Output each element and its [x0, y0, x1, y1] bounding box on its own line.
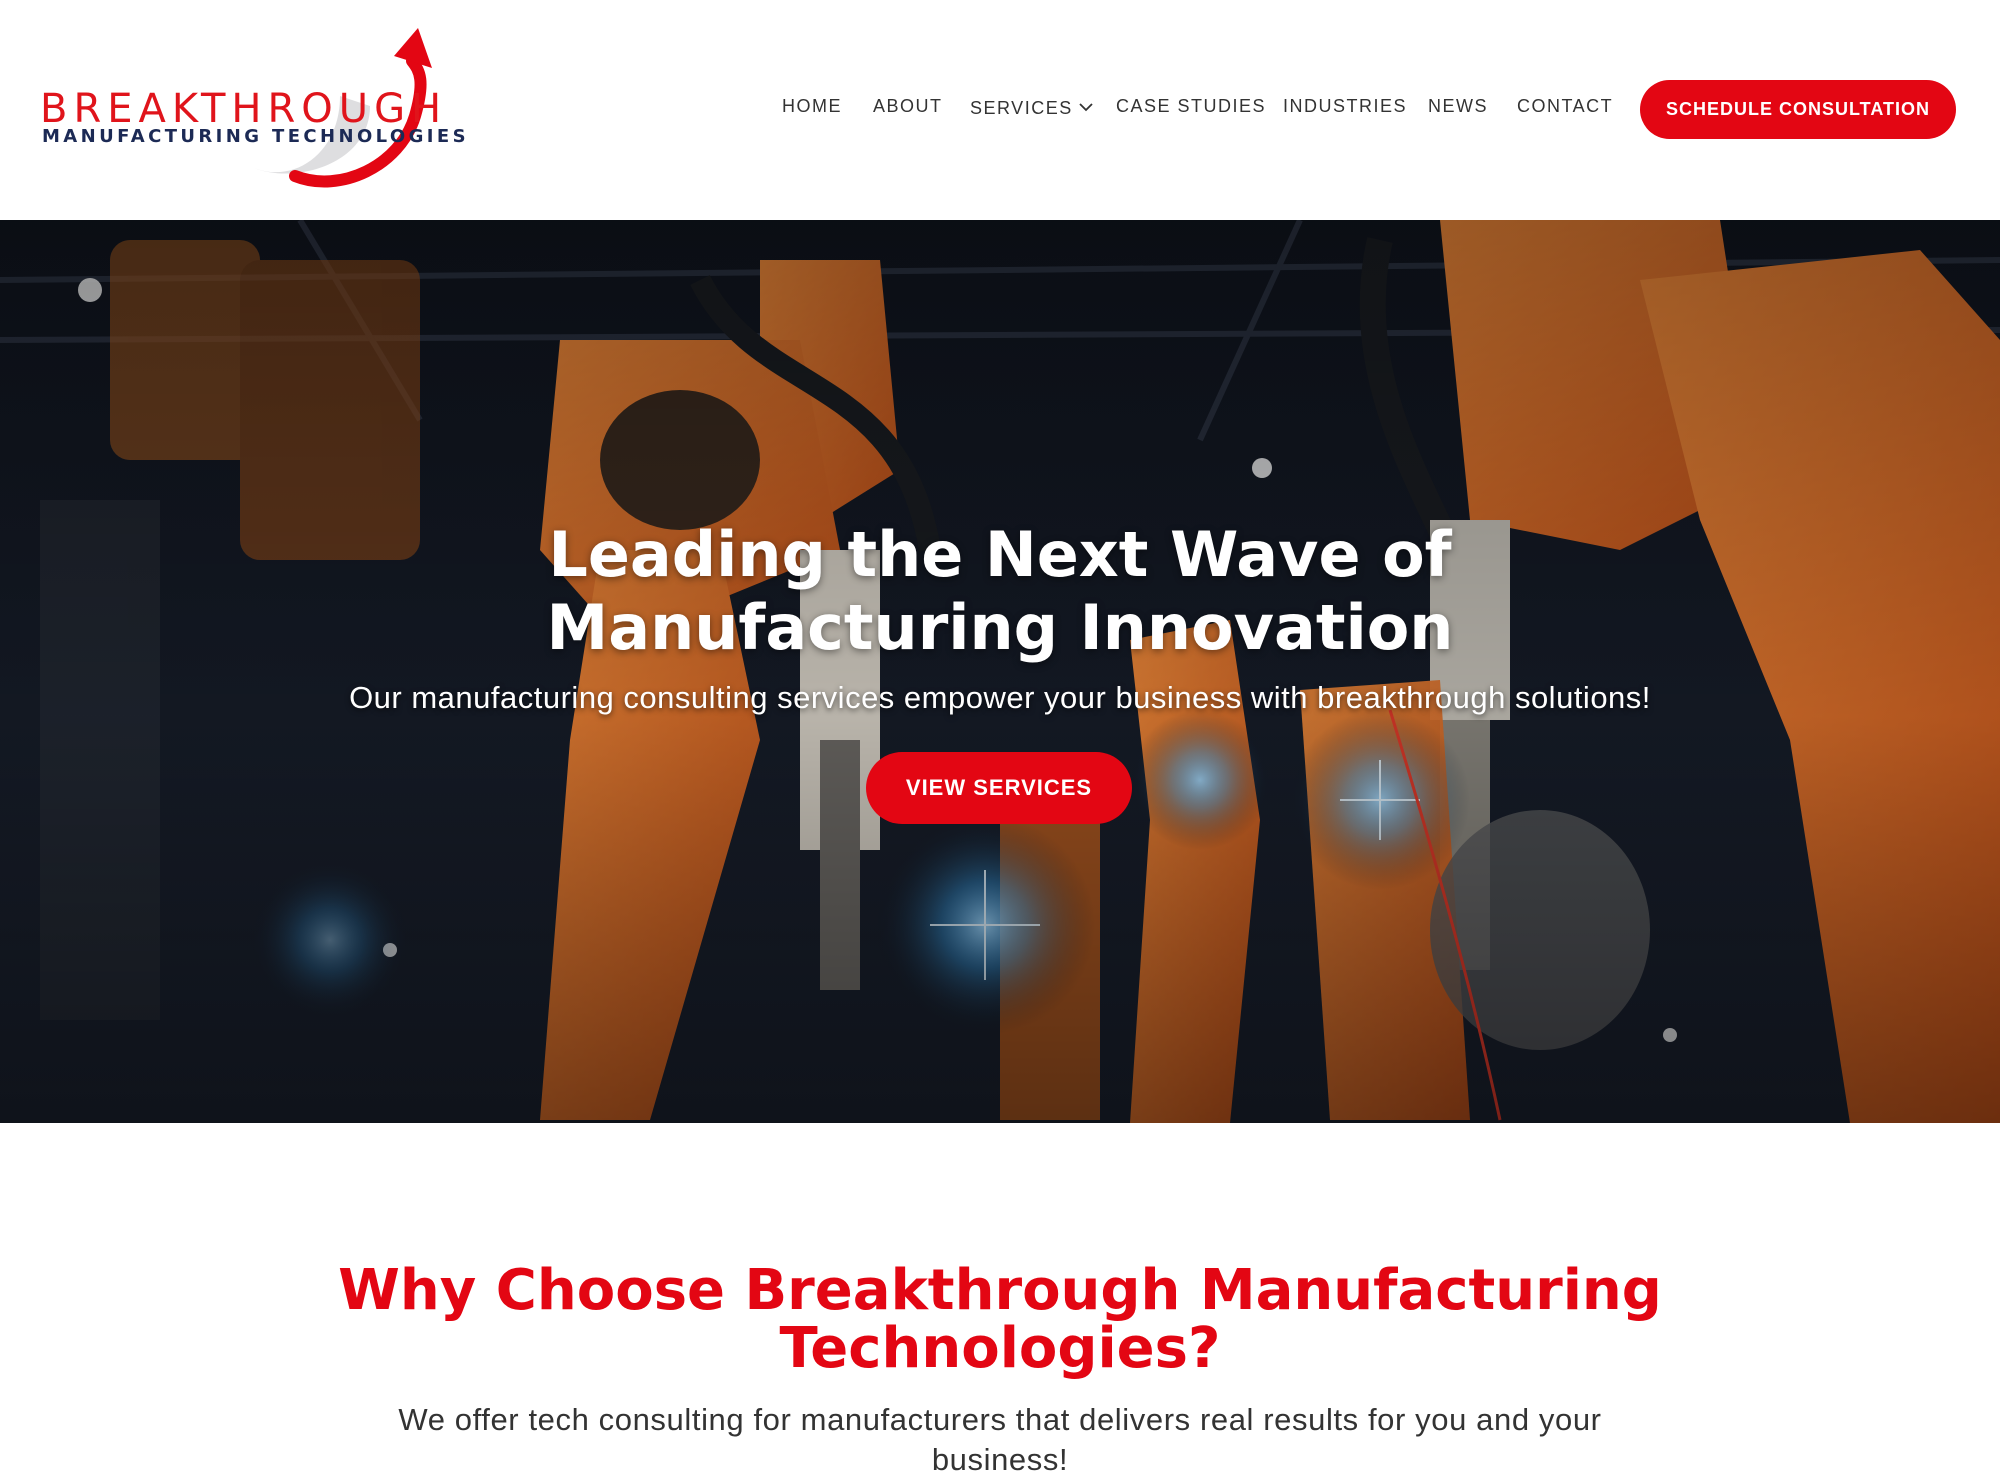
brand-tagline: MANUFACTURING TECHNOLOGIES — [42, 126, 469, 147]
nav-news-label: NEWS — [1428, 96, 1488, 116]
site-header: BREAKTHROUGH MANUFACTURING TECHNOLOGIES … — [0, 0, 2000, 220]
schedule-consultation-button[interactable]: SCHEDULE CONSULTATION — [1640, 80, 1956, 139]
nav-industries[interactable]: INDUSTRIES — [1283, 96, 1407, 117]
nav-about-label: ABOUT — [873, 96, 943, 116]
chevron-down-icon — [1079, 96, 1093, 117]
nav-case-studies-label: CASE STUDIES — [1116, 96, 1267, 116]
hero-title: Leading the Next Wave of Manufacturing I… — [546, 518, 1454, 664]
nav-home[interactable]: HOME — [782, 96, 842, 117]
nav-home-label: HOME — [782, 96, 842, 116]
why-section-text: We offer tech consulting for manufacture… — [398, 1402, 1602, 1477]
nav-industries-label: INDUSTRIES — [1283, 96, 1408, 116]
hero-background-image — [0, 220, 2000, 1123]
nav-contact[interactable]: CONTACT — [1517, 96, 1613, 117]
nav-news[interactable]: NEWS — [1428, 96, 1488, 117]
hero-section: Leading the Next Wave of Manufacturing I… — [0, 220, 2000, 1123]
nav-case-studies[interactable]: CASE STUDIES — [1116, 96, 1266, 117]
hero-subtitle: Our manufacturing consulting services em… — [349, 680, 1651, 715]
view-services-button[interactable]: VIEW SERVICES — [866, 752, 1132, 824]
brand-logo[interactable]: BREAKTHROUGH MANUFACTURING TECHNOLOGIES — [40, 26, 466, 196]
nav-services[interactable]: SERVICES — [970, 96, 1093, 119]
nav-about[interactable]: ABOUT — [873, 96, 943, 117]
nav-services-label: SERVICES — [970, 98, 1073, 118]
why-section-title: Why Choose Breakthrough Manufacturing Te… — [338, 1258, 1662, 1381]
nav-contact-label: CONTACT — [1517, 96, 1614, 116]
